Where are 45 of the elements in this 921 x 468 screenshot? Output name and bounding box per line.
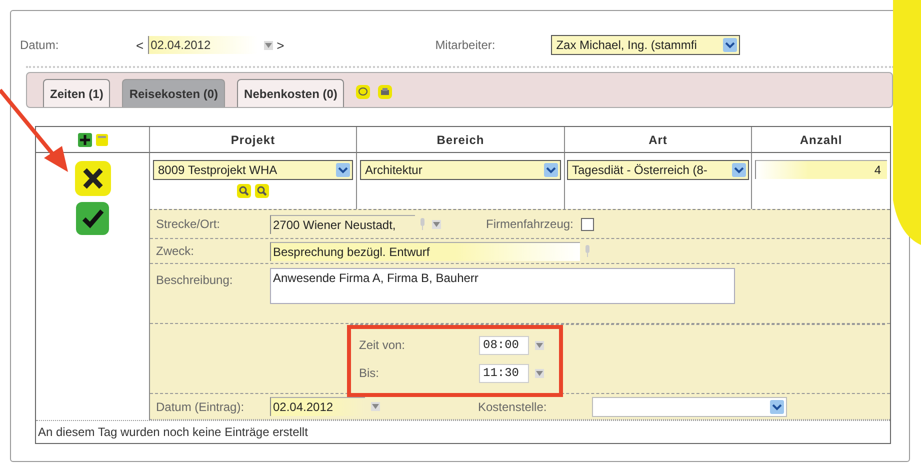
area-select[interactable]: Architektur — [360, 160, 561, 180]
search-icon[interactable] — [255, 184, 269, 198]
time-from-field[interactable]: 08:00 — [479, 336, 529, 354]
speech-bubble-icon[interactable] — [356, 85, 370, 99]
tab[interactable]: Zeiten (1) — [43, 79, 110, 107]
description-label: Beschreibung: — [156, 273, 233, 287]
company-vehicle-label: Firmenfahrzeug: — [486, 217, 574, 231]
purpose-label: Zweck: — [156, 244, 194, 258]
type-select[interactable]: Tagesdiät - Österreich (8- — [567, 160, 749, 180]
picker-arrow-icon[interactable] — [264, 40, 273, 50]
route-field[interactable]: 2700 Wiener Neustadt, — [270, 214, 415, 234]
status-message: An diesem Tag wurden noch keine Einträge erstellt — [36, 420, 890, 443]
calendar-icon[interactable] — [96, 134, 108, 146]
employee-select[interactable]: Zax Michael, Ing. (stammfi — [551, 35, 740, 55]
picker-arrow-icon[interactable] — [432, 220, 441, 228]
time-from-label: Zeit von: — [359, 338, 406, 352]
picker-arrow-icon[interactable] — [535, 340, 544, 350]
cost-center-label: Kostenstelle: — [478, 400, 548, 414]
printer-icon[interactable] — [378, 85, 392, 99]
project-select[interactable]: 8009 Testprojekt WHA — [153, 160, 353, 180]
time-to-field[interactable]: 11:30 — [479, 364, 529, 382]
cancel-icon[interactable] — [74, 161, 110, 196]
entry-date-field[interactable]: 02.04.2012 — [270, 397, 365, 416]
column-header: Projekt — [149, 127, 356, 153]
tab[interactable]: Reisekosten (0) — [122, 79, 226, 107]
column-header: Art — [564, 127, 751, 153]
confirm-icon[interactable] — [76, 202, 109, 235]
employee-label: Mitarbeiter: — [435, 38, 496, 52]
quantity-field[interactable]: 4 — [755, 160, 887, 179]
purpose-field[interactable]: Besprechung bezügl. Entwurf — [270, 242, 580, 260]
search-icon[interactable] — [237, 184, 251, 198]
description-field[interactable]: Anwesende Firma A, Firma B, Bauherr — [270, 268, 735, 304]
previous-day-button[interactable]: < — [132, 38, 148, 52]
picker-arrow-icon[interactable] — [371, 402, 380, 411]
tab[interactable]: Nebenkosten (0) — [237, 79, 344, 107]
column-header: Bereich — [356, 127, 564, 153]
company-vehicle-checkbox[interactable] — [581, 218, 594, 230]
picker-arrow-icon[interactable] — [535, 368, 544, 378]
entry-date-label: Datum (Eintrag): — [156, 400, 244, 414]
next-day-button[interactable]: > — [272, 38, 288, 52]
add-icon[interactable] — [78, 132, 92, 146]
date-label: Datum: — [20, 38, 60, 52]
route-label: Strecke/Ort: — [156, 217, 220, 231]
time-to-label: Bis: — [359, 366, 380, 380]
column-header: Anzahl — [751, 127, 890, 153]
